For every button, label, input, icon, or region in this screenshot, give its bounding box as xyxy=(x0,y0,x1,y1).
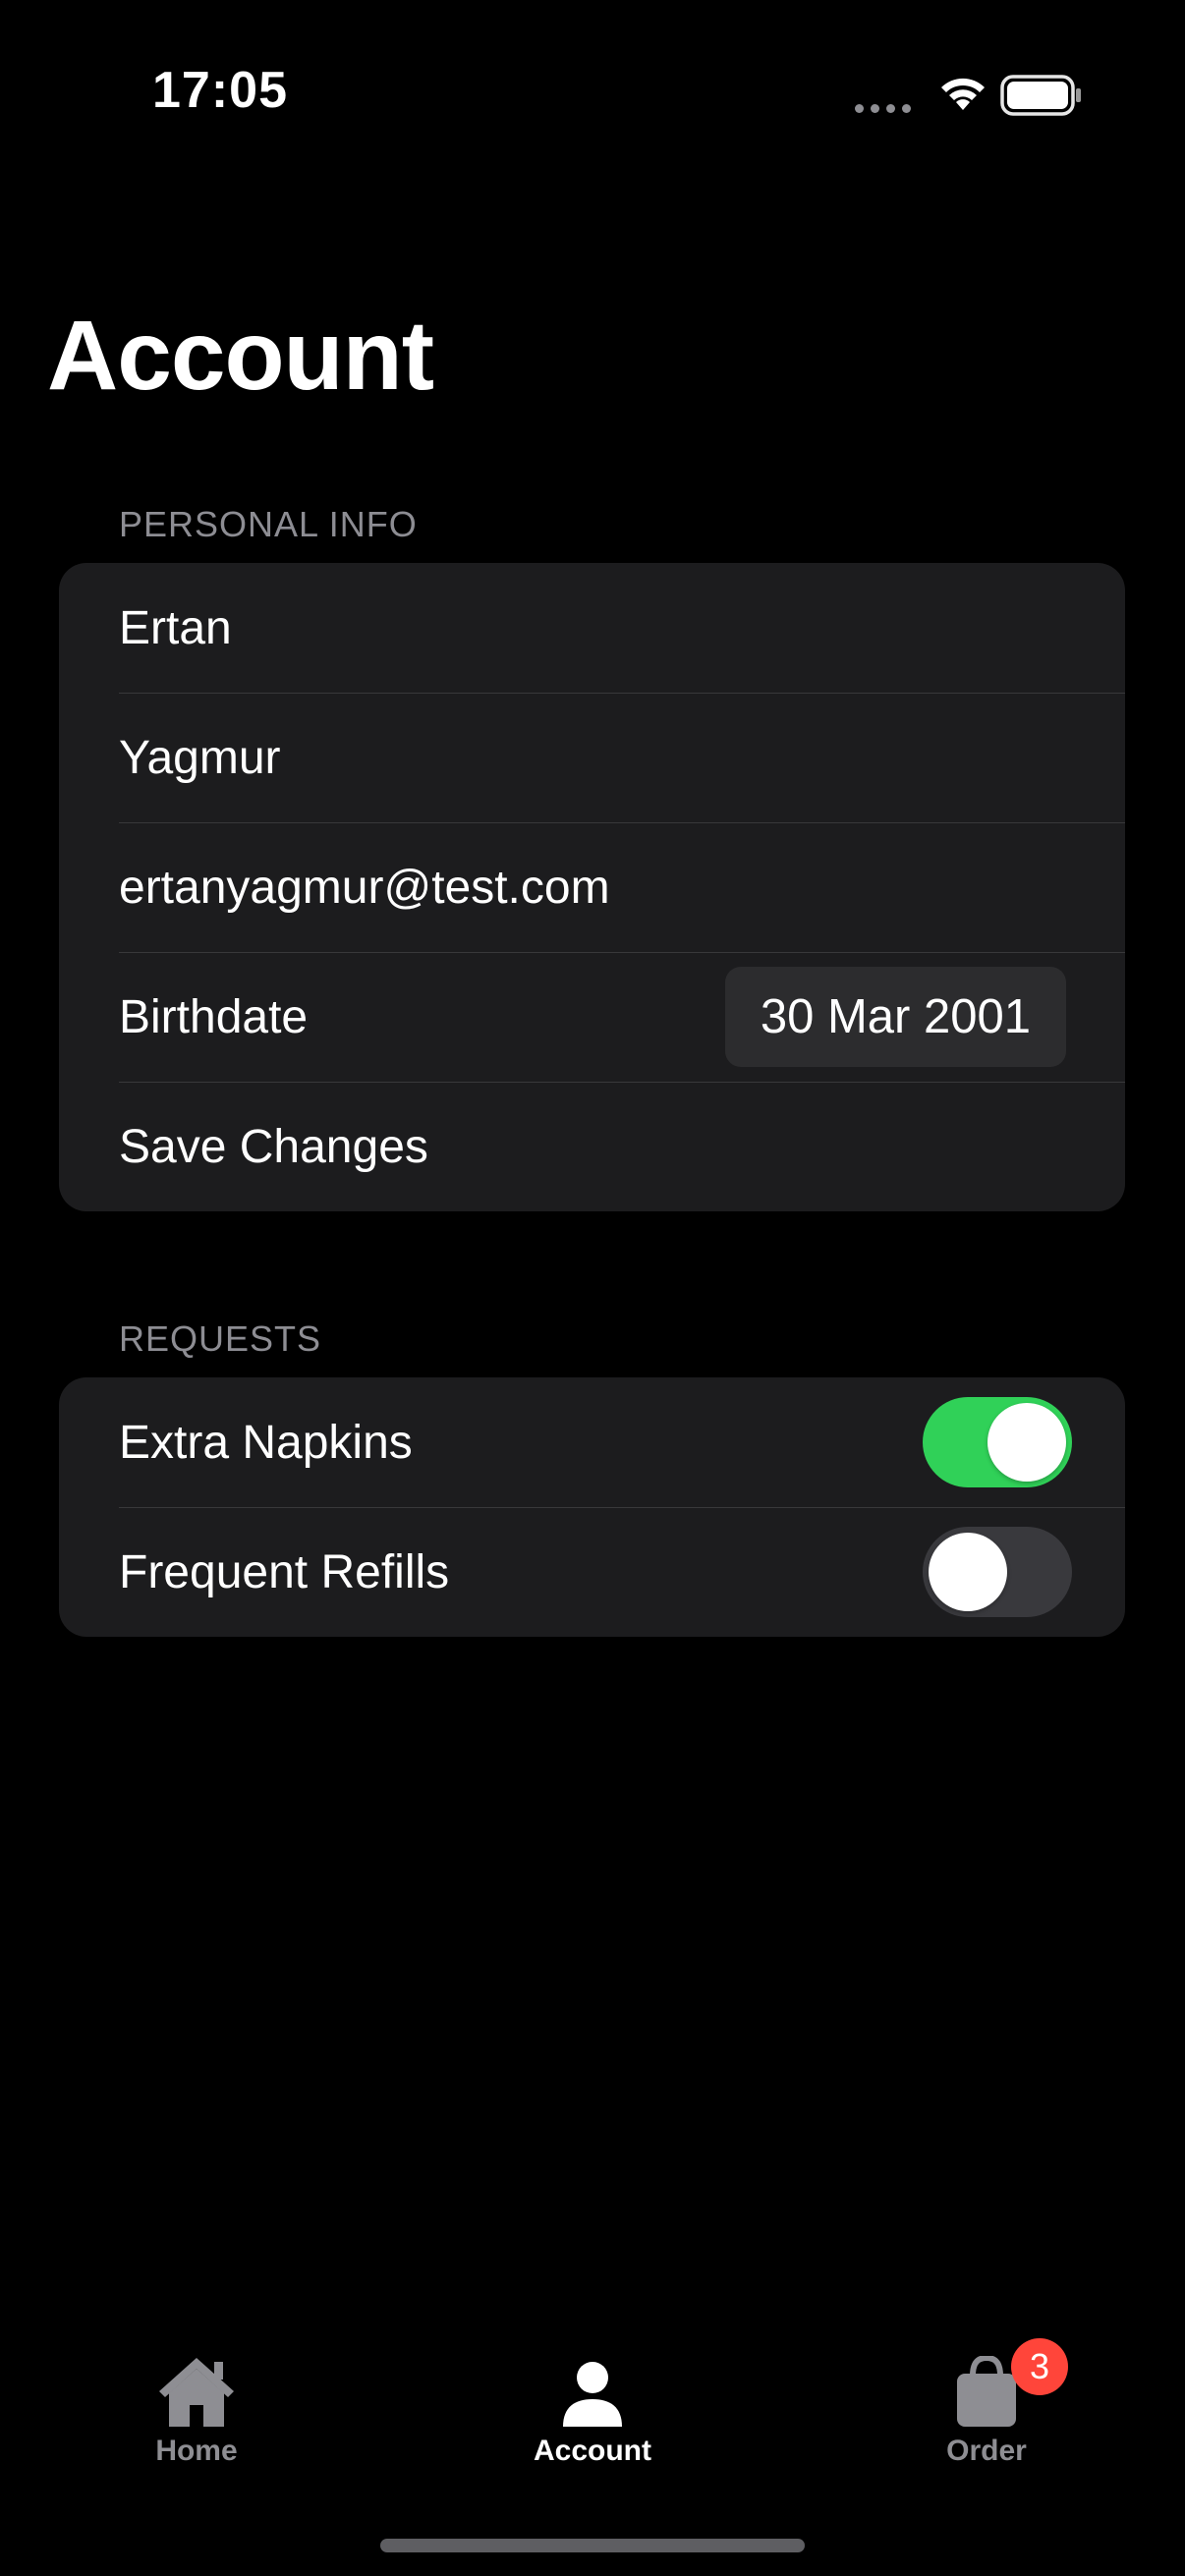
email-value: ertanyagmur@test.com xyxy=(119,861,610,914)
request-label-frequent-refills: Frequent Refills xyxy=(119,1545,450,1598)
tab-bar: Home Account 3 Order xyxy=(0,2338,1185,2495)
tab-order[interactable]: 3 Order xyxy=(869,2338,1104,2468)
house-icon xyxy=(79,2338,314,2429)
section-header-requests: REQUESTS xyxy=(119,1318,322,1359)
first-name-value: Ertan xyxy=(119,601,232,654)
home-indicator xyxy=(380,2539,805,2552)
tab-account[interactable]: Account xyxy=(475,2338,710,2468)
save-changes-label: Save Changes xyxy=(119,1120,428,1173)
bag-icon xyxy=(869,2338,1104,2429)
birthdate-picker[interactable]: 30 Mar 2001 xyxy=(724,967,1066,1067)
tab-home-label: Home xyxy=(155,2435,238,2467)
requests-group: Extra Napkins Frequent Refills xyxy=(59,1377,1125,1637)
toggle-knob xyxy=(929,1533,1007,1611)
birthdate-row: Birthdate 30 Mar 2001 xyxy=(59,952,1125,1082)
last-name-field[interactable]: Yagmur xyxy=(59,693,1125,822)
wifi-icon xyxy=(941,78,985,110)
tab-home[interactable]: Home xyxy=(79,2338,314,2468)
request-row-extra-napkins: Extra Napkins xyxy=(59,1377,1125,1507)
person-icon xyxy=(475,2338,710,2429)
page-title: Account xyxy=(47,301,434,411)
status-indicators xyxy=(792,0,1185,196)
cellular-signal-icon xyxy=(855,104,911,113)
order-count-badge: 3 xyxy=(1011,2338,1068,2395)
email-field[interactable]: ertanyagmur@test.com xyxy=(59,822,1125,952)
tab-account-label: Account xyxy=(534,2435,651,2467)
section-header-personal-info: PERSONAL INFO xyxy=(119,504,418,544)
request-row-frequent-refills: Frequent Refills xyxy=(59,1507,1125,1637)
first-name-field[interactable]: Ertan xyxy=(59,563,1125,693)
last-name-value: Yagmur xyxy=(119,731,281,784)
extra-napkins-toggle[interactable] xyxy=(923,1397,1072,1487)
status-time: 17:05 xyxy=(152,62,288,119)
save-changes-button[interactable]: Save Changes xyxy=(59,1082,1125,1211)
frequent-refills-toggle[interactable] xyxy=(923,1527,1072,1617)
request-label-extra-napkins: Extra Napkins xyxy=(119,1416,413,1469)
toggle-knob xyxy=(988,1403,1066,1482)
personal-info-group: Ertan Yagmur ertanyagmur@test.com Birthd… xyxy=(59,563,1125,1211)
tab-order-label: Order xyxy=(946,2435,1027,2467)
birthdate-label: Birthdate xyxy=(119,990,309,1043)
battery-icon xyxy=(1000,75,1081,116)
